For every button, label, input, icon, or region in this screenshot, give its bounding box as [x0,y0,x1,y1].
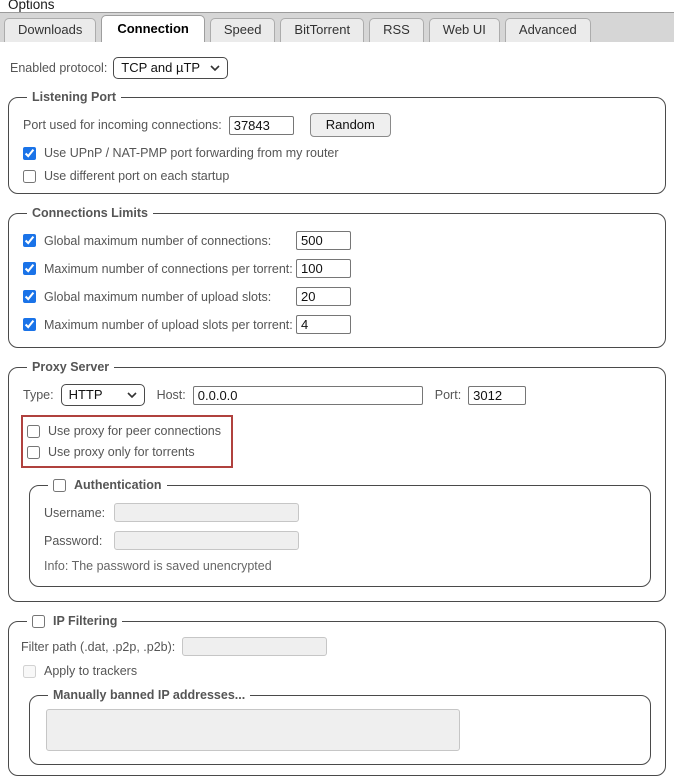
proxy-host-label: Host: [157,388,186,402]
tab-rss[interactable]: RSS [369,18,424,42]
authentication-legend-label: Authentication [74,478,162,492]
enabled-protocol-select[interactable]: TCP and µTP [113,57,228,79]
proxy-only-torrents-checkbox[interactable] [27,446,40,459]
upnp-checkbox[interactable] [23,147,36,160]
proxy-server-section: Proxy Server Type: HTTP Host: Port: Use … [8,360,666,602]
different-port-checkbox-row[interactable]: Use different port on each startup [23,169,653,183]
proxy-type-value: HTTP [69,387,103,402]
proxy-only-torrents-row[interactable]: Use proxy only for torrents [27,445,221,459]
connections-limits-section: Connections Limits Global maximum number… [8,206,666,348]
connections-limits-legend: Connections Limits [27,206,153,220]
proxy-only-torrents-label: Use proxy only for torrents [48,445,195,459]
tab-connection[interactable]: Connection [101,15,205,42]
apply-to-trackers-row: Apply to trackers [23,664,653,678]
max-connections-per-torrent-label: Maximum number of connections per torren… [44,262,296,276]
tab-speed[interactable]: Speed [210,18,276,42]
authentication-section: Authentication Username: Password: Info:… [29,478,651,587]
max-upload-slots-per-torrent-label: Maximum number of upload slots per torre… [44,318,296,332]
banned-ips-legend: Manually banned IP addresses... [48,688,250,702]
max-connections-per-torrent-input[interactable] [296,259,351,278]
page-title: Options [0,0,674,13]
annotation-highlight-box: Use proxy for peer connections Use proxy… [21,415,233,468]
proxy-peer-connections-label: Use proxy for peer connections [48,424,221,438]
ip-filtering-legend: IP Filtering [27,614,122,628]
global-max-upload-slots-checkbox[interactable] [23,290,36,303]
different-port-label: Use different port on each startup [44,169,229,183]
ip-filtering-toggle-row[interactable]: IP Filtering [32,614,117,628]
max-connections-per-torrent-checkbox[interactable] [23,262,36,275]
apply-to-trackers-checkbox [23,665,36,678]
password-input [114,531,299,550]
global-max-connections-checkbox[interactable] [23,234,36,247]
tab-webui[interactable]: Web UI [429,18,500,42]
apply-to-trackers-label: Apply to trackers [44,664,137,678]
global-max-upload-slots-row[interactable]: Global maximum number of upload slots: [23,290,296,304]
chevron-down-icon [210,65,220,71]
listening-port-section: Listening Port Port used for incoming co… [8,90,666,194]
enabled-protocol-value: TCP and µTP [121,60,200,75]
max-upload-slots-per-torrent-row[interactable]: Maximum number of upload slots per torre… [23,318,296,332]
global-max-upload-slots-input[interactable] [296,287,351,306]
tab-bittorrent[interactable]: BitTorrent [280,18,364,42]
proxy-server-legend: Proxy Server [27,360,114,374]
ip-filtering-checkbox[interactable] [32,615,45,628]
chevron-down-icon [127,392,137,398]
different-port-checkbox[interactable] [23,170,36,183]
ip-filtering-legend-label: IP Filtering [53,614,117,628]
global-max-connections-label: Global maximum number of connections: [44,234,296,248]
proxy-type-select[interactable]: HTTP [61,384,145,406]
max-upload-slots-per-torrent-input[interactable] [296,315,351,334]
banned-ips-textarea [46,709,460,751]
banned-ips-section: Manually banned IP addresses... [29,688,651,765]
proxy-type-label: Type: [23,388,54,402]
random-port-button[interactable]: Random [310,113,391,137]
enabled-protocol-label: Enabled protocol: [10,61,107,75]
options-window: Options Downloads Connection Speed BitTo… [0,0,674,776]
connection-tab-panel: Enabled protocol: TCP and µTP Listening … [0,42,674,776]
incoming-port-label: Port used for incoming connections: [23,118,222,132]
filter-path-input [182,637,327,656]
proxy-peer-connections-row[interactable]: Use proxy for peer connections [27,424,221,438]
ip-filtering-section: IP Filtering Filter path (.dat, .p2p, .p… [8,614,666,776]
upnp-label: Use UPnP / NAT-PMP port forwarding from … [44,146,339,160]
username-label: Username: [44,506,114,520]
listening-port-legend: Listening Port [27,90,121,104]
password-info-text: Info: The password is saved unencrypted [44,559,638,573]
global-max-connections-row[interactable]: Global maximum number of connections: [23,234,296,248]
filter-path-label: Filter path (.dat, .p2p, .p2b): [21,640,175,654]
upnp-checkbox-row[interactable]: Use UPnP / NAT-PMP port forwarding from … [23,146,653,160]
max-connections-per-torrent-row[interactable]: Maximum number of connections per torren… [23,262,296,276]
password-label: Password: [44,534,114,548]
proxy-port-label: Port: [435,388,461,402]
global-max-upload-slots-label: Global maximum number of upload slots: [44,290,296,304]
username-input [114,503,299,522]
tab-downloads[interactable]: Downloads [4,18,96,42]
tab-bar: Downloads Connection Speed BitTorrent RS… [0,13,674,42]
authentication-checkbox[interactable] [53,479,66,492]
max-upload-slots-per-torrent-checkbox[interactable] [23,318,36,331]
incoming-port-input[interactable] [229,116,294,135]
global-max-connections-input[interactable] [296,231,351,250]
proxy-port-input[interactable] [468,386,526,405]
tab-advanced[interactable]: Advanced [505,18,591,42]
authentication-legend: Authentication [48,478,167,492]
proxy-peer-connections-checkbox[interactable] [27,425,40,438]
authentication-toggle-row[interactable]: Authentication [53,478,162,492]
proxy-host-input[interactable] [193,386,423,405]
